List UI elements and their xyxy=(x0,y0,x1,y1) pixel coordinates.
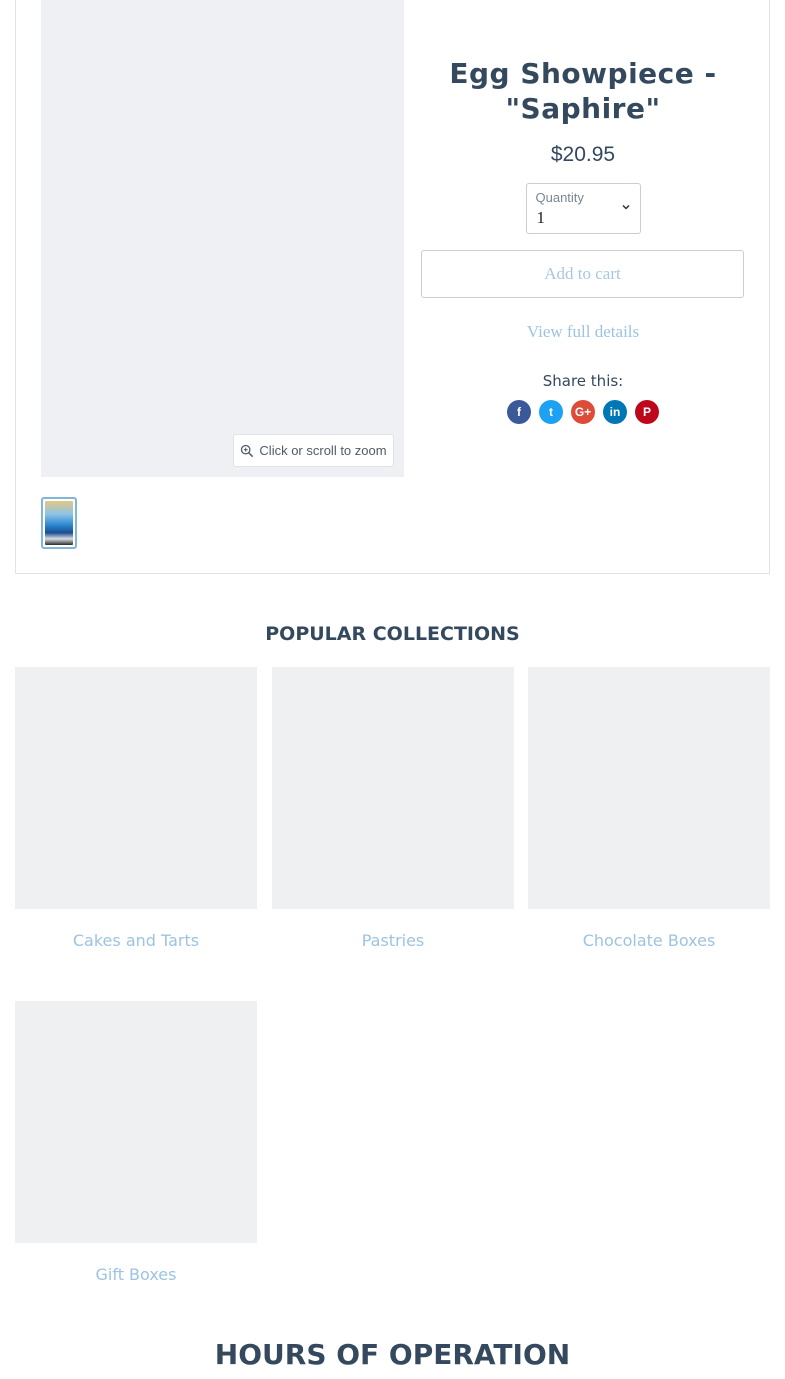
collection-image[interactable] xyxy=(15,667,257,909)
view-full-details-link[interactable]: View full details xyxy=(421,322,745,342)
pinterest-icon[interactable]: P xyxy=(635,400,659,424)
popular-collections-title: POPULAR COLLECTIONS xyxy=(265,623,520,645)
product-info: Egg Showpiece - "Saphire" $20.95 Quantit… xyxy=(421,0,745,424)
collection-image[interactable] xyxy=(15,1001,257,1243)
twitter-icon[interactable]: t xyxy=(539,400,563,424)
collection-card-chocolate-boxes[interactable]: Chocolate Boxes xyxy=(528,667,770,950)
product-title: Egg Showpiece - "Saphire" xyxy=(449,57,717,125)
collection-label[interactable]: Pastries xyxy=(272,931,514,950)
collection-image[interactable] xyxy=(272,667,514,909)
product-card: Click or scroll to zoom Egg Showpiece - … xyxy=(15,0,770,574)
linkedin-icon[interactable]: in xyxy=(603,400,627,424)
hours-of-operation-title: HOURS OF OPERATION xyxy=(214,1338,571,1371)
add-to-cart-button[interactable]: Add to cart xyxy=(421,250,744,298)
share-icons: f t G+ in P xyxy=(421,400,745,424)
thumbnail-image xyxy=(45,501,73,545)
facebook-icon[interactable]: f xyxy=(507,400,531,424)
zoom-label: Click or scroll to zoom xyxy=(259,443,387,458)
chevron-down-icon xyxy=(621,204,630,210)
collection-image[interactable] xyxy=(528,667,770,909)
share-label: Share this: xyxy=(542,372,624,390)
quantity-value: 1 xyxy=(536,208,546,227)
quantity-select[interactable]: Quantity 1 xyxy=(525,183,641,234)
collection-label[interactable]: Cakes and Tarts xyxy=(15,931,257,950)
collection-label[interactable]: Gift Boxes xyxy=(15,1265,257,1284)
zoom-icon xyxy=(241,444,254,457)
zoom-button[interactable]: Click or scroll to zoom xyxy=(233,434,394,467)
google-plus-icon[interactable]: G+ xyxy=(571,400,595,424)
collection-card-gift-boxes[interactable]: Gift Boxes xyxy=(15,1001,257,1284)
product-main-image[interactable]: Click or scroll to zoom xyxy=(41,0,404,477)
product-thumbnail[interactable] xyxy=(41,497,77,549)
collection-label[interactable]: Chocolate Boxes xyxy=(528,931,770,950)
product-price: $20.95 xyxy=(550,143,616,166)
collection-card-pastries[interactable]: Pastries xyxy=(272,667,514,950)
quantity-label: Quantity xyxy=(535,190,584,205)
collection-card-cakes[interactable]: Cakes and Tarts xyxy=(15,667,257,950)
